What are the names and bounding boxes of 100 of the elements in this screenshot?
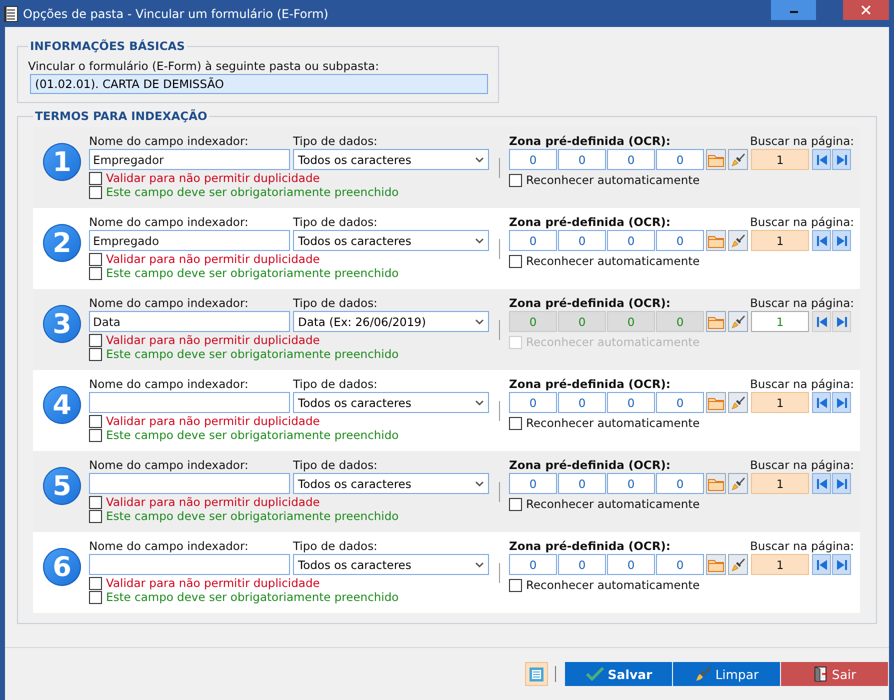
ocr-coordinate-field[interactable]: 0 [509, 392, 557, 413]
ocr-coordinate-field[interactable]: 0 [656, 473, 704, 494]
ocr-zone-label: Zona pré-definida (OCR): [509, 377, 671, 391]
checkbox-label: Reconhecer automaticamente [526, 416, 700, 430]
ocr-coordinate-field[interactable]: 0 [558, 392, 606, 413]
data-type-dropdown[interactable]: Todos os caracteres [293, 230, 489, 251]
ocr-coordinate-field[interactable]: 0 [607, 473, 655, 494]
brush-button[interactable] [728, 149, 748, 170]
ocr-coordinate-field[interactable]: 0 [558, 473, 606, 494]
ocr-coordinate-field[interactable]: 0 [509, 473, 557, 494]
page-number-field[interactable]: 1 [751, 392, 809, 413]
ocr-coordinate-field[interactable]: 0 [656, 149, 704, 170]
last-page-button[interactable] [832, 149, 851, 170]
page-number-field[interactable]: 1 [751, 554, 809, 575]
checkbox-label: Este campo deve ser obrigatoriamente preenchido [106, 590, 399, 604]
page-number-field[interactable]: 1 [751, 473, 809, 494]
field-name-input[interactable]: Data [89, 311, 290, 332]
data-type-dropdown[interactable]: Todos os caracteres [293, 473, 489, 494]
ocr-coordinate-field[interactable]: 0 [509, 554, 557, 575]
checkbox[interactable] [89, 186, 102, 198]
checkbox[interactable] [89, 510, 102, 522]
ocr-coordinate-field[interactable]: 0 [607, 230, 655, 251]
ocr-coordinate-field[interactable]: 0 [607, 554, 655, 575]
field-name-input[interactable]: Empregador [89, 149, 290, 170]
ocr-coordinate-field[interactable]: 0 [656, 554, 704, 575]
field-name-label: Nome do campo indexador: [89, 134, 250, 148]
checkbox[interactable] [509, 254, 522, 268]
checkbox-label: Validar para não permitir duplicidade [106, 252, 320, 266]
first-page-icon [816, 316, 828, 328]
ocr-coordinate-field[interactable]: 0 [656, 392, 704, 413]
last-page-button[interactable] [832, 230, 851, 251]
checkbox[interactable] [89, 266, 102, 280]
first-page-button[interactable] [812, 311, 831, 332]
checkmark-icon [584, 666, 605, 682]
checkbox[interactable] [89, 590, 102, 604]
checkbox-label: Validar para não permitir duplicidade [106, 576, 320, 590]
checkbox[interactable] [509, 174, 522, 186]
brush-button[interactable] [728, 473, 748, 494]
folder-button[interactable] [706, 230, 726, 251]
ocr-coordinate-field[interactable]: 0 [607, 392, 655, 413]
last-page-button[interactable] [832, 311, 851, 332]
brush-button[interactable] [728, 554, 748, 575]
first-page-button[interactable] [812, 230, 831, 251]
first-page-button[interactable] [812, 149, 831, 170]
last-page-button[interactable] [832, 554, 851, 575]
page-number-field[interactable]: 1 [751, 230, 809, 251]
brush-icon [730, 394, 746, 410]
field-name-input[interactable] [89, 392, 290, 413]
brush-icon [730, 556, 746, 572]
field-name-input[interactable]: Empregado [89, 230, 290, 251]
brush-button[interactable] [728, 311, 748, 332]
last-page-button[interactable] [832, 392, 851, 413]
checkbox[interactable] [509, 498, 522, 510]
clear-button[interactable]: Limpar [673, 662, 780, 686]
ocr-coordinate-field[interactable]: 0 [558, 230, 606, 251]
field-name-input[interactable] [89, 473, 290, 494]
close-icon [861, 5, 871, 15]
exit-button[interactable]: Sair [781, 662, 888, 686]
close-button[interactable] [843, 0, 889, 20]
brush-button[interactable] [728, 230, 748, 251]
ocr-coordinate-field[interactable]: 0 [509, 230, 557, 251]
ocr-coordinate-field[interactable]: 0 [558, 554, 606, 575]
ocr-coordinate-field[interactable]: 0 [656, 230, 704, 251]
last-page-button[interactable] [832, 473, 851, 494]
folder-button[interactable] [706, 392, 726, 413]
step-number: 4 [43, 386, 81, 424]
folder-icon [708, 396, 724, 410]
data-type-dropdown[interactable]: Data (Ex: 26/06/2019) [293, 311, 489, 332]
folder-button[interactable] [706, 554, 726, 575]
page-number-field[interactable]: 1 [751, 149, 809, 170]
data-type-dropdown[interactable]: Todos os caracteres [293, 554, 489, 575]
form-icon [4, 6, 18, 22]
brush-icon [730, 476, 746, 492]
folder-button[interactable] [706, 473, 726, 494]
checkbox[interactable] [89, 414, 102, 428]
page-number-field[interactable]: 1 [751, 311, 809, 332]
ocr-zone-label: Zona pré-definida (OCR): [509, 134, 671, 148]
ocr-coordinate-field[interactable]: 0 [509, 149, 557, 170]
checkbox[interactable] [89, 576, 102, 590]
first-page-button[interactable] [812, 392, 831, 413]
data-type-dropdown[interactable]: Todos os caracteres [293, 392, 489, 413]
checkbox[interactable] [509, 416, 522, 430]
checkbox[interactable] [89, 172, 102, 184]
folder-button[interactable] [706, 311, 726, 332]
ocr-coordinate-field[interactable]: 0 [607, 149, 655, 170]
brush-button[interactable] [728, 392, 748, 413]
checkbox[interactable] [89, 428, 102, 442]
checkbox[interactable] [509, 578, 522, 592]
list-view-button[interactable] [525, 662, 548, 686]
first-page-button[interactable] [812, 473, 831, 494]
field-name-input[interactable] [89, 554, 290, 575]
save-button[interactable]: Salvar [565, 662, 672, 686]
ocr-coordinate-field[interactable]: 0 [558, 149, 606, 170]
checkbox[interactable] [89, 496, 102, 508]
checkbox[interactable] [89, 348, 102, 360]
folder-button[interactable] [706, 149, 726, 170]
checkbox[interactable] [89, 334, 102, 346]
data-type-dropdown[interactable]: Todos os caracteres [293, 149, 489, 170]
first-page-button[interactable] [812, 554, 831, 575]
checkbox[interactable] [89, 252, 102, 266]
